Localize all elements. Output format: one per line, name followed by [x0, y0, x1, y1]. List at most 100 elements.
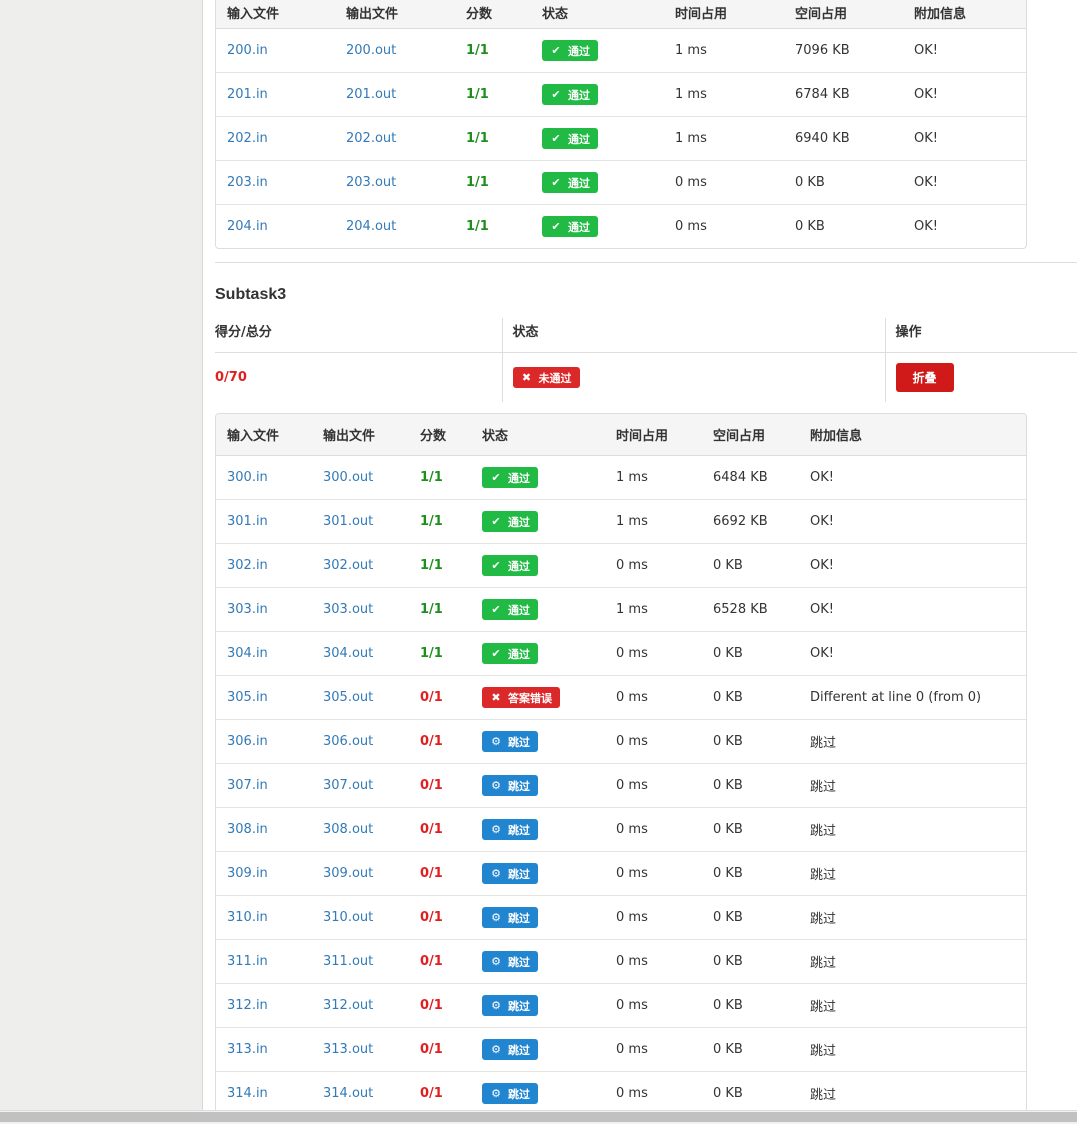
output-file-link[interactable]: 202.out [346, 131, 396, 146]
input-file-header: 输入文件 [216, 414, 312, 456]
status-header: 状态 [531, 0, 664, 29]
check-icon: ✔ [551, 88, 561, 101]
input-file-link[interactable]: 200.in [227, 43, 268, 58]
output-file-link[interactable]: 301.out [323, 514, 373, 529]
time-value: 0 ms [616, 558, 648, 573]
input-file-link[interactable]: 310.in [227, 910, 268, 925]
input-file-link[interactable]: 306.in [227, 734, 268, 749]
output-file-link[interactable]: 300.out [323, 470, 373, 485]
input-file-link[interactable]: 313.in [227, 1042, 268, 1057]
memory-value: 0 KB [713, 910, 743, 925]
status-label: 跳过 [508, 1043, 530, 1057]
output-file-link[interactable]: 304.out [323, 646, 373, 661]
input-file-link[interactable]: 302.in [227, 558, 268, 573]
info-value: OK! [810, 514, 834, 529]
input-file-link[interactable]: 305.in [227, 690, 268, 705]
gear-icon: ⚙ [491, 1043, 501, 1056]
status-badge: ✔ 通过 [542, 84, 598, 105]
info-value: OK! [810, 470, 834, 485]
output-file-link[interactable]: 310.out [323, 910, 373, 925]
input-file-link[interactable]: 300.in [227, 470, 268, 485]
score-value: 1/1 [420, 602, 443, 617]
input-file-link[interactable]: 308.in [227, 822, 268, 837]
input-file-link[interactable]: 309.in [227, 866, 268, 881]
time-value: 1 ms [616, 470, 648, 485]
memory-value: 6784 KB [795, 87, 850, 102]
table-row: 311.in 311.out 0/1 ⚙ 跳过 0 ms 0 KB 跳过 [216, 939, 1026, 984]
status-label: 通过 [568, 88, 590, 102]
output-file-link[interactable]: 314.out [323, 1086, 373, 1101]
table-row: 304.in 304.out 1/1 ✔ 通过 0 ms 0 KB OK! [216, 631, 1026, 676]
input-file-link[interactable]: 303.in [227, 602, 268, 617]
memory-value: 0 KB [713, 558, 743, 573]
subtask-summary: 得分/总分 状态 操作 0/70 ✖ 未通过 折叠 [215, 318, 1077, 402]
info-value: OK! [810, 602, 834, 617]
input-file-link[interactable]: 307.in [227, 778, 268, 793]
output-file-link[interactable]: 204.out [346, 219, 396, 234]
time-value: 0 ms [616, 910, 648, 925]
table-row: 305.in 305.out 0/1 ✖ 答案错误 0 ms 0 KB Different a… [216, 675, 1026, 720]
output-file-link[interactable]: 313.out [323, 1042, 373, 1057]
info-value: OK! [810, 646, 834, 661]
output-file-link[interactable]: 303.out [323, 602, 373, 617]
score-value: 1/1 [420, 646, 443, 661]
output-file-link[interactable]: 307.out [323, 778, 373, 793]
input-file-link[interactable]: 201.in [227, 87, 268, 102]
score-value: 1/1 [466, 87, 489, 102]
input-file-link[interactable]: 204.in [227, 219, 268, 234]
input-file-link[interactable]: 312.in [227, 998, 268, 1013]
memory-header: 空间占用 [702, 414, 799, 456]
left-sidebar [0, 0, 203, 1110]
testcase-table-subtask2: 输入文件 输出文件 分数 状态 时间占用 空间占用 附加信息 200.in 200.out 1/… [215, 0, 1027, 249]
gear-icon: ⚙ [491, 735, 501, 748]
input-file-link[interactable]: 203.in [227, 175, 268, 190]
output-file-link[interactable]: 302.out [323, 558, 373, 573]
info-value: OK! [914, 87, 938, 102]
score-value: 1/1 [420, 514, 443, 529]
table-row: 300.in 300.out 1/1 ✔ 通过 1 ms 6484 KB OK! [216, 456, 1026, 500]
info-value: 跳过 [810, 912, 837, 927]
status-label: 跳过 [508, 1087, 530, 1101]
subtask-status-badge: ✖ 未通过 [512, 367, 580, 388]
time-value: 1 ms [675, 87, 707, 102]
output-file-link[interactable]: 306.out [323, 734, 373, 749]
output-file-link[interactable]: 305.out [323, 690, 373, 705]
time-value: 0 ms [675, 219, 707, 234]
time-value: 0 ms [616, 690, 648, 705]
horizontal-scrollbar[interactable] [0, 1110, 1077, 1124]
time-value: 0 ms [616, 822, 648, 837]
status-label: 跳过 [508, 911, 530, 925]
score-value: 1/1 [420, 558, 443, 573]
time-header: 时间占用 [605, 414, 702, 456]
status-label: 跳过 [508, 867, 530, 881]
check-icon: ✔ [551, 220, 561, 233]
input-file-link[interactable]: 301.in [227, 514, 268, 529]
input-file-link[interactable]: 314.in [227, 1086, 268, 1101]
table-row: 307.in 307.out 0/1 ⚙ 跳过 0 ms 0 KB 跳过 [216, 763, 1026, 808]
subtask-title: Subtask3 [215, 286, 287, 303]
memory-value: 0 KB [713, 734, 743, 749]
status-label: 跳过 [508, 735, 530, 749]
input-file-link[interactable]: 304.in [227, 646, 268, 661]
output-file-link[interactable]: 312.out [323, 998, 373, 1013]
check-icon: ✔ [491, 515, 501, 528]
fold-button[interactable]: 折叠 [895, 363, 954, 392]
status-header: 状态 [501, 318, 885, 353]
status-label: 跳过 [508, 779, 530, 793]
input-file-link[interactable]: 202.in [227, 131, 268, 146]
testcase-table-subtask3: 输入文件 输出文件 分数 状态 时间占用 空间占用 附加信息 300.in 300.out 1/… [215, 413, 1027, 1110]
output-file-link[interactable]: 311.out [323, 954, 373, 969]
info-value: 跳过 [810, 1000, 837, 1015]
output-file-link[interactable]: 309.out [323, 866, 373, 881]
output-file-header: 输出文件 [335, 0, 455, 29]
output-file-link[interactable]: 203.out [346, 175, 396, 190]
gear-icon: ⚙ [491, 867, 501, 880]
input-file-link[interactable]: 311.in [227, 954, 268, 969]
scrollbar-thumb[interactable] [0, 1112, 1077, 1122]
output-file-link[interactable]: 200.out [346, 43, 396, 58]
status-label: 通过 [568, 220, 590, 234]
output-file-link[interactable]: 308.out [323, 822, 373, 837]
status-badge: ✔ 通过 [542, 172, 598, 193]
info-value: 跳过 [810, 780, 837, 795]
output-file-link[interactable]: 201.out [346, 87, 396, 102]
